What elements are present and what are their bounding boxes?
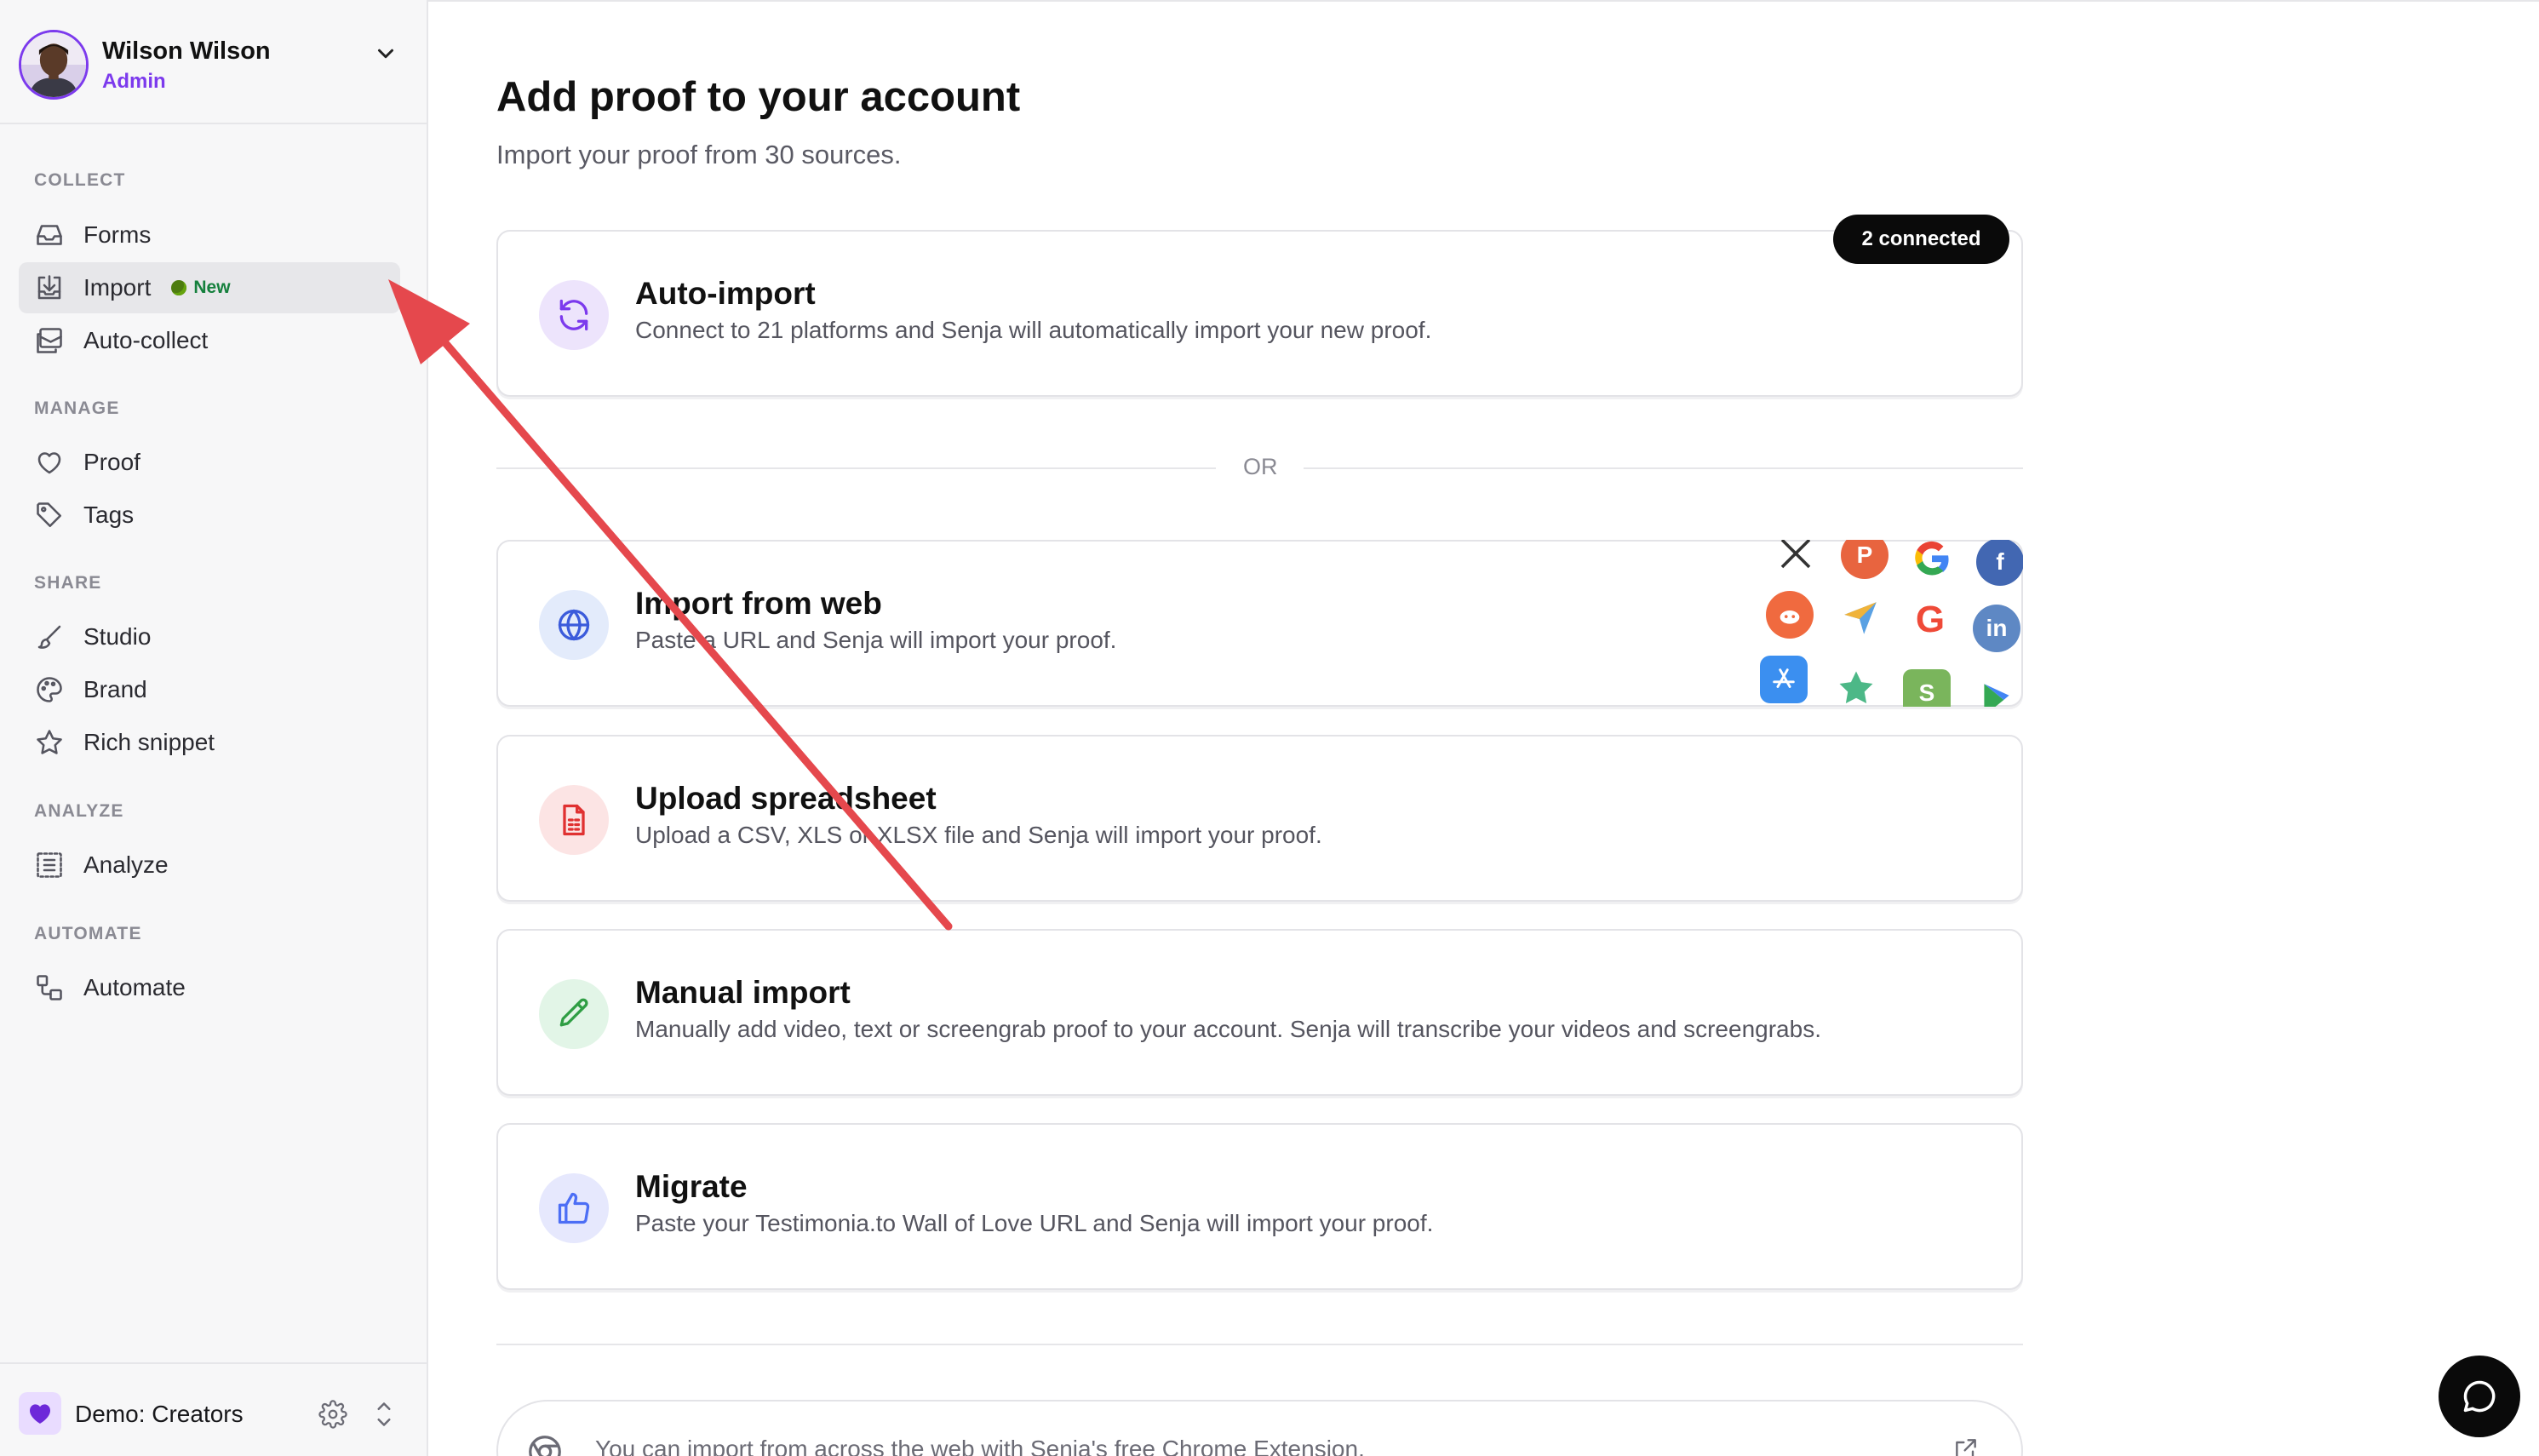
- sidebar-item-label: Forms: [83, 221, 152, 248]
- card-description: Connect to 21 platforms and Senja will a…: [635, 317, 1432, 343]
- user-menu[interactable]: Wilson Wilson Admin: [0, 0, 427, 124]
- sidebar-item-label: Analyze: [83, 851, 169, 878]
- pencil-icon: [539, 979, 609, 1049]
- sidebar-item-label: Automate: [83, 974, 186, 1000]
- heart-icon: [34, 447, 65, 478]
- tag-icon: [34, 500, 65, 530]
- g2-logo: G: [1915, 599, 1946, 640]
- external-link-icon[interactable]: [1952, 1436, 1980, 1456]
- connected-badge: 2 connected: [1833, 215, 2009, 264]
- reddit-logo: [1766, 591, 1814, 639]
- new-badge: New: [171, 278, 231, 298]
- workspace-switcher[interactable]: Demo: Creators: [0, 1362, 427, 1456]
- card-title: Import from web: [635, 586, 882, 621]
- app-store-logo: [1760, 656, 1808, 703]
- x-logo: [1772, 540, 1820, 577]
- chrome-extension-text: You can import from across the web with …: [595, 1436, 1365, 1456]
- upload-spreadsheet-card[interactable]: Upload spreadsheet Upload a CSV, XLS or …: [496, 735, 2023, 902]
- sidebar-item-label: Proof: [83, 449, 140, 475]
- star-icon: [34, 727, 65, 758]
- sidebar-item-label: Auto-collect: [83, 327, 209, 353]
- card-title: Auto-import: [635, 276, 816, 311]
- trustpilot-logo: [1832, 664, 1880, 707]
- user-name: Wilson Wilson: [102, 37, 271, 65]
- chevron-up-down-icon[interactable]: [371, 1398, 397, 1430]
- linkedin-logo: in: [1973, 605, 2020, 652]
- sidebar-item-label: Brand: [83, 676, 147, 702]
- google-logo: [1908, 540, 1956, 582]
- refresh-icon: [539, 280, 609, 350]
- gear-icon[interactable]: [318, 1400, 347, 1429]
- user-role: Admin: [102, 70, 166, 93]
- import-icon: [34, 272, 65, 303]
- avatar: [19, 30, 89, 100]
- capterra-logo: [1837, 594, 1884, 642]
- card-description: Manually add video, text or screengrab p…: [635, 1016, 1821, 1042]
- globe-icon: [539, 590, 609, 660]
- sidebar-item-label: Studio: [83, 623, 152, 650]
- section-label-share: SHARE: [34, 573, 102, 593]
- card-description: Paste a URL and Senja will import your p…: [635, 627, 1117, 653]
- chat-button[interactable]: [2439, 1356, 2520, 1437]
- workflow-icon: [34, 972, 65, 1003]
- card-title: Manual import: [635, 975, 851, 1010]
- section-label-analyze: ANALYZE: [34, 801, 124, 821]
- chat-bubble-icon: [2463, 1380, 2496, 1413]
- sidebar-item-label: Rich snippet: [83, 729, 215, 755]
- top-border: [428, 0, 2539, 3]
- facebook-logo: f: [1976, 540, 2023, 586]
- sidebar-item-automate[interactable]: Automate: [19, 962, 400, 1013]
- manual-import-card[interactable]: Manual import Manually add video, text o…: [496, 929, 2023, 1096]
- sidebar-item-forms[interactable]: Forms: [19, 209, 400, 261]
- product-hunt-logo: P: [1841, 540, 1888, 579]
- google-play-logo: [1973, 676, 2020, 707]
- card-title: Upload spreadsheet: [635, 781, 937, 816]
- sidebar-item-import[interactable]: Import New: [19, 262, 400, 313]
- inbox-icon: [34, 220, 65, 250]
- new-badge-label: New: [193, 278, 231, 297]
- auto-import-card[interactable]: Auto-import Connect to 21 platforms and …: [496, 230, 2023, 397]
- divider-line: [496, 467, 1216, 469]
- sidebar-item-label: Tags: [83, 502, 135, 528]
- sidebar-item-proof[interactable]: Proof: [19, 437, 400, 488]
- palette-icon: [34, 674, 65, 705]
- section-label-automate: AUTOMATE: [34, 924, 142, 943]
- source-logos: P f G in S: [1750, 540, 2023, 707]
- chrome-extension-banner[interactable]: You can import from across the web with …: [496, 1400, 2023, 1456]
- section-label-collect: COLLECT: [34, 170, 126, 190]
- sidebar-item-studio[interactable]: Studio: [19, 611, 400, 662]
- sidebar-item-rich-snippet[interactable]: Rich snippet: [19, 717, 400, 768]
- sidebar-item-analyze[interactable]: Analyze: [19, 840, 400, 891]
- sidebar-item-auto-collect[interactable]: Auto-collect: [19, 315, 400, 366]
- card-description: Paste your Testimonia.to Wall of Love UR…: [635, 1210, 1434, 1236]
- page-subtitle: Import your proof from 30 sources.: [496, 140, 902, 169]
- page-title: Add proof to your account: [496, 74, 1021, 120]
- workspace-heart-icon: [19, 1392, 61, 1435]
- dot-icon: [171, 280, 187, 295]
- card-title: Migrate: [635, 1169, 748, 1204]
- chevron-down-icon[interactable]: [373, 41, 398, 66]
- divider-line: [1304, 467, 2023, 469]
- or-label: OR: [1243, 454, 1278, 479]
- shopify-logo: S: [1903, 669, 1951, 707]
- spreadsheet-icon: [539, 785, 609, 855]
- chrome-icon: [529, 1436, 561, 1456]
- section-label-manage: MANAGE: [34, 398, 120, 418]
- divider: [496, 1344, 2023, 1345]
- workspace-name: Demo: Creators: [75, 1401, 244, 1427]
- brush-icon: [34, 622, 65, 652]
- auto-collect-icon: [34, 325, 65, 356]
- thumbs-up-icon: [539, 1173, 609, 1243]
- card-description: Upload a CSV, XLS or XLSX file and Senja…: [635, 822, 1322, 848]
- sidebar-item-brand[interactable]: Brand: [19, 664, 400, 715]
- list-icon: [34, 850, 65, 880]
- migrate-card[interactable]: Migrate Paste your Testimonia.to Wall of…: [496, 1123, 2023, 1290]
- sidebar-item-tags[interactable]: Tags: [19, 490, 400, 541]
- sidebar-item-label: Import: [83, 274, 152, 301]
- sidebar: Wilson Wilson Admin COLLECT Forms Import…: [0, 0, 428, 1456]
